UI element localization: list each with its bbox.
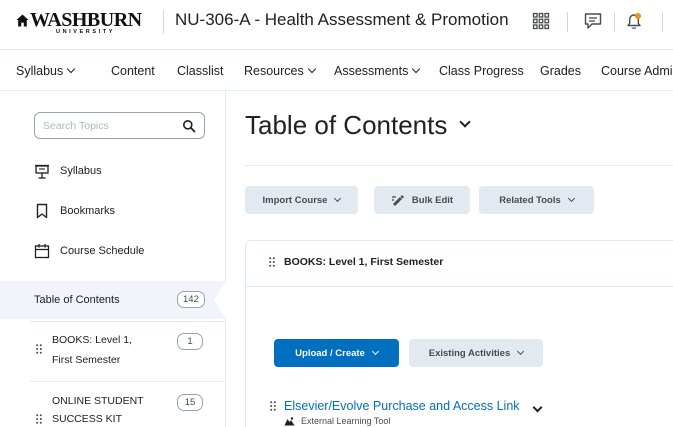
- button-label: Upload / Create: [295, 347, 365, 359]
- nav-label: Syllabus: [16, 64, 64, 78]
- module-count-badge: 15: [177, 394, 203, 411]
- apps-grid-icon[interactable]: [529, 9, 553, 33]
- module-name-line2: SUCCESS KIT: [52, 413, 123, 425]
- upload-create-button[interactable]: Upload / Create: [274, 339, 399, 367]
- syllabus-icon: [34, 163, 50, 179]
- chevron-down-icon: [412, 64, 421, 74]
- bulk-edit-icon: [391, 195, 404, 206]
- toc-sidebar: Syllabus Bookmarks Course Schedule Table…: [0, 91, 226, 427]
- notifications-bell-icon[interactable]: [622, 9, 646, 33]
- nav-content[interactable]: Content: [111, 64, 155, 78]
- chevron-down-icon[interactable]: [532, 402, 543, 413]
- header-divider: [163, 10, 164, 34]
- chevron-down-icon: [459, 116, 472, 128]
- nav-label: Assessments: [334, 64, 409, 78]
- chevron-down-icon: [567, 194, 575, 202]
- bookmark-icon: [34, 203, 50, 219]
- header-icon-divider: [662, 12, 663, 32]
- module-panel-header: BOOKS: Level 1, First Semester: [246, 241, 673, 287]
- external-tool-icon: [284, 416, 295, 425]
- topic-type-label: External Learning Tool: [301, 416, 391, 426]
- sidebar-link-bookmarks[interactable]: Bookmarks: [34, 203, 115, 219]
- search-topics-input[interactable]: [43, 117, 173, 135]
- chevron-down-icon: [334, 194, 342, 202]
- drag-handle-icon[interactable]: [36, 414, 42, 424]
- sidebar-item-table-of-contents[interactable]: Table of Contents 142: [0, 281, 226, 319]
- calendar-icon: [34, 243, 50, 259]
- top-header: WASHBURN UNIVERSITY NU-306-A - Health As…: [0, 0, 673, 50]
- header-icon-divider: [567, 12, 568, 32]
- drag-handle-icon[interactable]: [270, 401, 276, 411]
- page-title-text: Table of Contents: [245, 110, 448, 140]
- content-main: Table of Contents Import Course Bulk Edi…: [227, 91, 673, 427]
- nav-assessments[interactable]: Assessments: [334, 64, 421, 78]
- chevron-down-icon: [371, 347, 379, 355]
- module-title[interactable]: BOOKS: Level 1, First Semester: [284, 256, 443, 268]
- module-count-badge: 1: [177, 333, 203, 350]
- button-label: Import Course: [262, 194, 328, 206]
- button-label: Bulk Edit: [411, 194, 454, 206]
- module-name-line2: First Semester: [52, 354, 121, 366]
- module-name-line1: BOOKS: Level 1,: [52, 334, 132, 346]
- module-panel: BOOKS: Level 1, First Semester Upload / …: [245, 240, 673, 427]
- chevron-down-icon: [67, 64, 76, 74]
- sidebar-link-syllabus[interactable]: Syllabus: [34, 163, 102, 179]
- nav-label: Content: [111, 64, 155, 78]
- existing-activities-button[interactable]: Existing Activities: [409, 339, 543, 367]
- drag-handle-icon[interactable]: [36, 344, 42, 354]
- sidebar-link-label: Bookmarks: [60, 205, 116, 217]
- sidebar-link-label: Course Schedule: [60, 245, 145, 257]
- search-icon[interactable]: [182, 119, 196, 133]
- sidebar-module-success-kit[interactable]: ONLINE STUDENT SUCCESS KIT 15: [30, 381, 226, 427]
- notification-dot: [635, 13, 641, 19]
- related-tools-button[interactable]: Related Tools: [479, 186, 594, 214]
- nav-label: Course Admi: [601, 64, 673, 78]
- nav-label: Class Progress: [439, 64, 524, 78]
- selected-pointer: [214, 281, 226, 319]
- button-label: Related Tools: [499, 194, 561, 206]
- sidebar-link-label: Syllabus: [60, 165, 102, 177]
- nav-syllabus[interactable]: Syllabus: [16, 64, 76, 78]
- nav-label: Resources: [244, 64, 304, 78]
- nav-course-admin[interactable]: Course Admi: [601, 64, 673, 78]
- logo-subtitle: UNIVERSITY: [56, 29, 116, 35]
- chevron-down-icon: [517, 347, 525, 355]
- message-alerts-icon[interactable]: [581, 9, 605, 33]
- nav-class-progress[interactable]: Class Progress: [439, 64, 524, 78]
- nav-label: Grades: [540, 64, 581, 78]
- house-icon: [16, 14, 29, 27]
- course-title[interactable]: NU-306-A - Health Assessment & Promotion: [175, 10, 509, 30]
- nav-grades[interactable]: Grades: [540, 64, 581, 78]
- search-topics-box: [34, 112, 205, 139]
- nav-resources[interactable]: Resources: [244, 64, 316, 78]
- course-navbar: Syllabus Content Classlist Resources Ass…: [0, 51, 673, 91]
- module-name-line1: ONLINE STUDENT: [52, 395, 144, 407]
- sidebar-link-course-schedule[interactable]: Course Schedule: [34, 243, 144, 259]
- bulk-edit-button[interactable]: Bulk Edit: [374, 186, 470, 214]
- button-label: Existing Activities: [428, 347, 511, 359]
- nav-label: Classlist: [177, 64, 224, 78]
- toc-label: Table of Contents: [34, 294, 120, 306]
- chevron-down-icon: [307, 64, 316, 74]
- title-divider: [245, 165, 673, 166]
- topic-type: External Learning Tool: [284, 416, 390, 426]
- washburn-logo[interactable]: WASHBURN UNIVERSITY: [16, 9, 158, 39]
- nav-classlist[interactable]: Classlist: [177, 64, 224, 78]
- import-course-button[interactable]: Import Course: [245, 186, 358, 214]
- drag-handle-icon[interactable]: [269, 257, 275, 267]
- toc-count-badge: 142: [177, 291, 205, 308]
- sidebar-module-books[interactable]: BOOKS: Level 1, First Semester 1: [30, 321, 226, 381]
- page-title[interactable]: Table of Contents: [245, 110, 472, 141]
- header-icon-divider: [614, 12, 615, 32]
- topic-link-elsevier[interactable]: Elsevier/Evolve Purchase and Access Link: [284, 399, 520, 413]
